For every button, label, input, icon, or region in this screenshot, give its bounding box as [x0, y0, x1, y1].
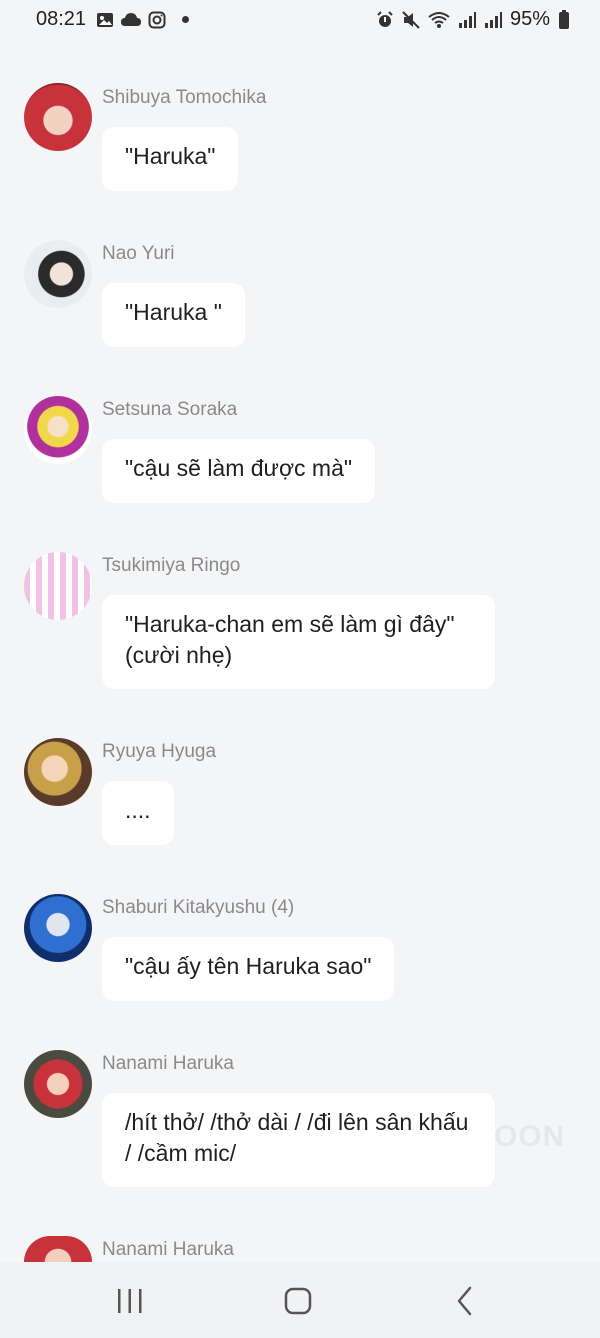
message-bubble[interactable]: "Haruka-chan em sẽ làm gì đây" (cười nhẹ…	[102, 595, 495, 689]
notification-dot	[182, 16, 190, 23]
watermark: OON	[494, 1120, 566, 1153]
mute-icon	[402, 10, 420, 29]
home-icon[interactable]	[278, 1284, 318, 1318]
sender-name: Ryuya Hyuga	[102, 741, 217, 762]
sender-name: Nao Yuri	[102, 243, 175, 264]
instagram-icon	[148, 11, 166, 28]
avatar[interactable]	[24, 894, 92, 962]
recent-apps-icon[interactable]	[110, 1284, 150, 1318]
signal-icon	[484, 11, 502, 28]
sender-name: Nanami Haruka	[102, 1239, 234, 1260]
alarm-icon	[377, 10, 393, 27]
message-bubble[interactable]: "Haruka"	[102, 127, 239, 191]
gallery-icon	[97, 12, 114, 27]
sender-name: Nanami Haruka	[102, 1053, 234, 1074]
cloud-icon	[121, 12, 142, 26]
battery-icon	[559, 9, 569, 29]
avatar[interactable]	[24, 396, 92, 464]
status-bar: 08:21 95%	[0, 0, 600, 40]
message-bubble[interactable]: /hít thở/ /thở dài / /đi lên sân khấu / …	[102, 1093, 495, 1187]
avatar[interactable]	[24, 552, 92, 620]
avatar[interactable]	[24, 83, 92, 151]
avatar[interactable]	[24, 1236, 92, 1262]
status-time: 08:21	[36, 8, 87, 30]
sender-name: Shibuya Tomochika	[102, 87, 267, 108]
battery-percent: 95%	[509, 8, 550, 30]
sender-name: Setsuna Soraka	[102, 399, 238, 420]
avatar[interactable]	[24, 1050, 92, 1118]
avatar[interactable]	[24, 240, 92, 308]
message-bubble[interactable]: "Haruka "	[102, 283, 245, 347]
sender-name: Shaburi Kitakyushu (4)	[102, 897, 295, 918]
sender-name: Tsukimiya Ringo	[102, 555, 241, 576]
signal-icon	[458, 11, 476, 28]
message-bubble[interactable]: "cậu sẽ làm được mà"	[102, 439, 376, 503]
navigation-bar	[0, 1262, 600, 1338]
wifi-icon	[428, 11, 450, 28]
message-bubble[interactable]: ....	[102, 781, 174, 845]
avatar[interactable]	[24, 738, 92, 806]
message-bubble[interactable]: "cậu ấy tên Haruka sao"	[102, 937, 395, 1001]
back-icon[interactable]	[446, 1284, 486, 1318]
